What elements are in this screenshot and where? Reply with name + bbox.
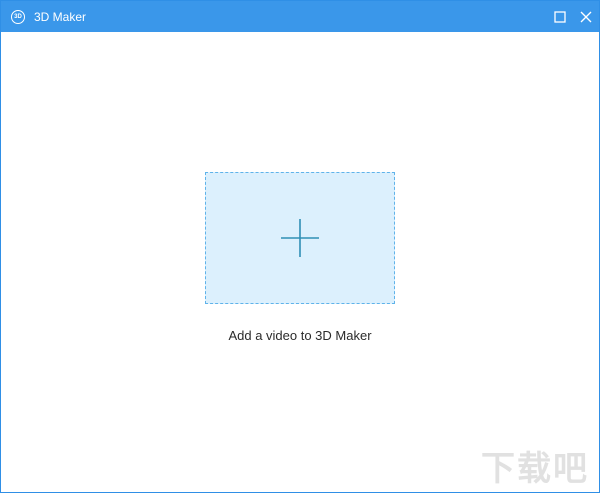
watermark-logo: 下载吧 [481,449,589,489]
window-title: 3D Maker [34,9,87,24]
title-bar[interactable]: 3D 3D Maker [1,1,599,32]
app-window: 3D 3D Maker Add a video to 3D Maker 下载吧 [0,0,600,493]
maximize-button[interactable] [547,1,573,32]
close-button[interactable] [573,1,599,32]
app-3d-icon: 3D [11,9,25,24]
window-controls [547,1,599,32]
add-video-dropzone[interactable] [205,172,395,304]
add-video-prompt: Add a video to 3D Maker [228,328,372,343]
close-icon [580,11,592,22]
maximize-icon [554,10,566,23]
app-icon-label: 3D [14,13,22,20]
plus-icon [281,219,319,257]
main-content: Add a video to 3D Maker [1,32,599,492]
